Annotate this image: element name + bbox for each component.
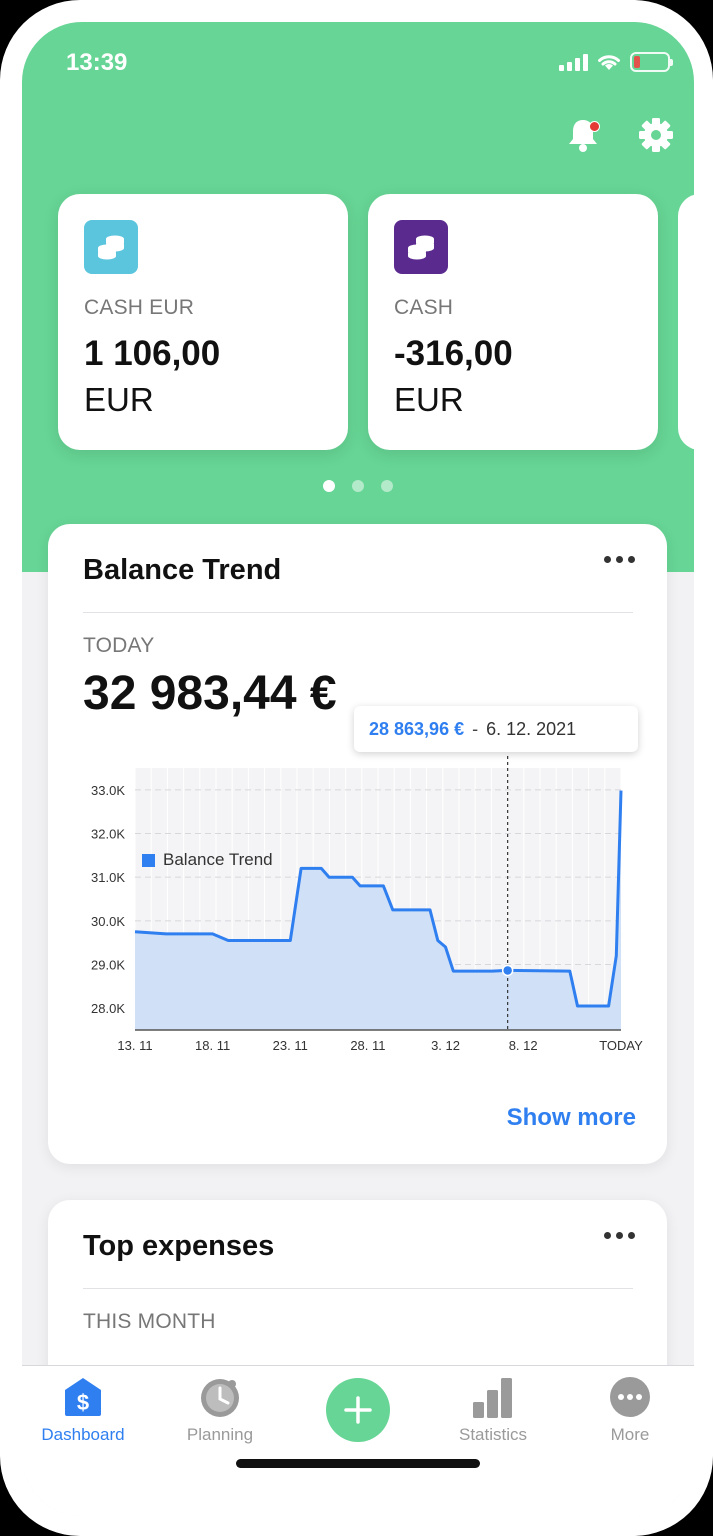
tooltip-value: 28 863,96 €	[369, 718, 465, 739]
divider	[83, 612, 633, 613]
home-indicator	[236, 1459, 480, 1468]
balance-trend-chart[interactable]: 33.0K 32.0K 31.0K 30.0K 29.0K 28.0K 13. 11 18. …	[48, 754, 667, 1074]
statistics-bars-icon	[473, 1378, 512, 1418]
more-options-icon[interactable]	[604, 556, 635, 563]
account-amount: -316,00	[394, 334, 513, 373]
chart-tooltip: 28 863,96 € - 6. 12. 2021	[354, 706, 638, 752]
tab-label: Dashboard	[41, 1425, 125, 1444]
show-more-link[interactable]: Show more	[507, 1104, 636, 1132]
y-tick-label: 31.0K	[91, 870, 125, 885]
account-amount: 1 106,00	[84, 334, 221, 373]
legend-swatch	[142, 853, 155, 867]
balance-trend-card: Balance Trend TODAY 32 983,44 € 33.0K 32.…	[48, 524, 667, 1164]
card-title: Top expenses	[83, 1230, 275, 1262]
tooltip-date: 6. 12. 2021	[486, 718, 577, 739]
wifi-icon	[598, 55, 620, 70]
x-tick-label: 23. 11	[273, 1038, 308, 1053]
status-time: 13:39	[66, 49, 128, 76]
more-options-icon[interactable]	[604, 1232, 635, 1239]
status-icons	[559, 52, 673, 72]
account-currency: EUR	[394, 381, 464, 418]
add-record-button[interactable]	[326, 1378, 390, 1442]
legend-label: Balance Trend	[163, 850, 273, 869]
y-tick-label: 28.0K	[91, 1001, 125, 1016]
settings-gear-icon[interactable]	[638, 117, 674, 153]
tab-bar: $ Dashboard Planning Statistics More	[22, 1365, 694, 1516]
signal-icon	[559, 53, 588, 71]
plus-icon	[344, 1396, 372, 1424]
y-tick-label: 32.0K	[91, 827, 125, 842]
coins-icon	[84, 220, 138, 274]
coins-icon	[394, 220, 448, 274]
dashboard-house-icon: $	[65, 1378, 101, 1416]
divider	[83, 1288, 633, 1289]
account-name: CASH	[394, 296, 454, 319]
tab-label: Planning	[186, 1425, 254, 1444]
tab-label: More	[610, 1425, 650, 1444]
x-tick-label: 18. 11	[195, 1038, 230, 1053]
notifications-bell-icon[interactable]	[566, 117, 600, 153]
highlight-point	[501, 964, 514, 977]
x-tick-label: TODAY	[599, 1038, 643, 1053]
x-tick-label: 28. 11	[350, 1038, 385, 1053]
x-tick-label: 3. 12	[431, 1038, 460, 1053]
app-screen: 13:39 CASH EUR 1 106,00 EUR CASH -316,00…	[22, 22, 694, 1516]
account-card-next-peek[interactable]	[678, 194, 694, 450]
notification-badge	[589, 121, 600, 132]
x-tick-label: 13. 11	[117, 1038, 152, 1053]
period-label: THIS MONTH	[83, 1310, 216, 1333]
planning-clock-icon	[201, 1379, 239, 1417]
x-tick-label: 8. 12	[509, 1038, 538, 1053]
account-card-cash[interactable]: CASH -316,00 EUR	[368, 194, 658, 450]
card-title: Balance Trend	[83, 554, 282, 586]
period-label: TODAY	[83, 634, 155, 657]
account-currency: EUR	[84, 381, 154, 418]
more-dots-icon	[610, 1377, 650, 1417]
chart-legend: Balance Trend	[142, 850, 273, 870]
battery-icon	[630, 52, 673, 72]
pager-dot	[381, 480, 393, 492]
y-tick-label: 33.0K	[91, 783, 125, 798]
svg-text:$: $	[77, 1390, 89, 1415]
tooltip-separator: -	[472, 718, 479, 739]
balance-value: 32 983,44 €	[83, 667, 337, 720]
y-tick-label: 29.0K	[91, 958, 125, 973]
pager-dot	[352, 480, 364, 492]
account-name: CASH EUR	[84, 296, 195, 319]
account-card-cash-eur[interactable]: CASH EUR 1 106,00 EUR	[58, 194, 348, 450]
tab-label: Statistics	[458, 1425, 528, 1444]
pager-dot-active	[323, 480, 335, 492]
account-pager	[323, 480, 393, 492]
y-tick-label: 30.0K	[91, 914, 125, 929]
